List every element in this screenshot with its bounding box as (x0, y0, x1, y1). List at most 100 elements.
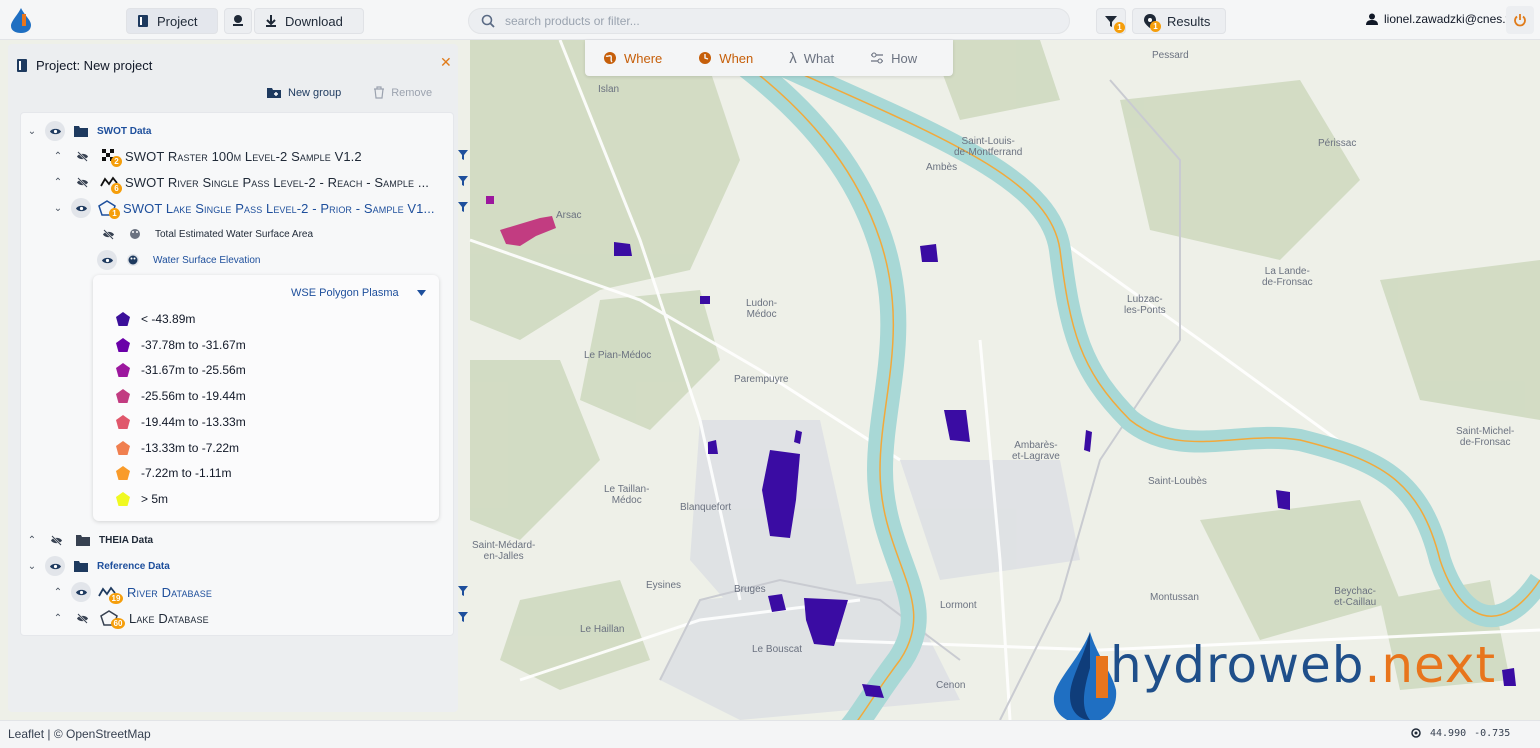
eye-icon[interactable] (45, 121, 65, 141)
tree-group-theia[interactable]: ⌃ THEIA Data (25, 529, 153, 551)
lake-polygon-icon: 1 (95, 200, 120, 219)
chevron-up-icon[interactable]: ⌃ (25, 535, 39, 546)
place-label: Ambarès- et-Lagrave (1012, 440, 1060, 462)
tab-where[interactable]: Where (585, 40, 680, 76)
tree-item-river-database[interactable]: ⌃ 19 River Database (51, 581, 468, 604)
logout-button[interactable] (1506, 6, 1534, 34)
folder-plus-icon (267, 88, 281, 98)
folder-icon (69, 560, 93, 573)
globe-icon (604, 52, 616, 64)
place-label: Saint-Loubès (1148, 476, 1207, 487)
book-icon (17, 59, 27, 72)
pentagon-swatch-icon (116, 466, 130, 481)
eye-icon[interactable] (71, 198, 91, 218)
filter-icon[interactable] (457, 585, 469, 597)
place-label: Saint-Médard- en-Jalles (472, 540, 536, 562)
chevron-down-icon[interactable]: ⌄ (25, 126, 39, 137)
eye-icon[interactable] (45, 556, 65, 576)
river-line-icon: 19 (95, 585, 123, 604)
chevron-down-icon[interactable]: ⌄ (51, 203, 65, 214)
eye-icon[interactable] (97, 250, 117, 270)
count-badge: 2 (111, 156, 122, 167)
new-group-button[interactable]: New group (266, 86, 341, 99)
lambda-icon: λ (789, 49, 797, 67)
tree-item-swot-lake[interactable]: ⌄ 1 SWOT Lake Single Pass Level-2 - Prio… (51, 197, 468, 219)
tree-item-swot-river[interactable]: ⌃ 6 SWOT River Single Pass Level-2 - Rea… (51, 171, 468, 194)
tab-when[interactable]: When (680, 40, 771, 76)
filter-icon[interactable] (457, 175, 469, 187)
download-button-label: Download (285, 13, 343, 29)
tab-how[interactable]: How (852, 40, 935, 76)
place-label: La Lande- de-Fronsac (1262, 266, 1313, 288)
eye-off-icon[interactable] (71, 176, 93, 188)
tab-what[interactable]: λ What (771, 40, 852, 76)
raster-grid-icon: 2 (97, 148, 122, 167)
user-menu[interactable]: lionel.zawadzki@cnes.fr (1366, 12, 1513, 26)
chevron-up-icon[interactable]: ⌃ (51, 151, 65, 162)
product-label: Lake Database (129, 610, 209, 626)
legend-item: -13.33m to -7.22m (115, 440, 239, 456)
legend-item: < -43.89m (115, 311, 195, 327)
tree-variable-area[interactable]: Total Estimated Water Surface Area (97, 223, 313, 245)
legend-item-label: < -43.89m (141, 312, 196, 326)
legend-item-label: > 5m (141, 491, 169, 506)
tree-variable-wse[interactable]: Water Surface Elevation (97, 249, 260, 271)
sliders-icon (871, 52, 884, 64)
legend-item: > 5m (115, 491, 168, 507)
eye-off-icon[interactable] (71, 150, 93, 162)
project-button[interactable]: Project (126, 8, 218, 34)
panel-title-text: Project: New project (36, 58, 153, 73)
download-button[interactable]: Download (254, 8, 364, 34)
color-legend: WSE Polygon Plasma < -43.89m -37.78m to -… (93, 275, 439, 521)
filter-icon[interactable] (457, 201, 469, 213)
legend-item: -7.22m to -1.11m (115, 465, 231, 481)
filter-icon[interactable] (457, 149, 469, 161)
palette-select[interactable]: WSE Polygon Plasma (291, 287, 426, 299)
close-icon[interactable]: ✕ (440, 54, 452, 71)
legend-item-label: -31.67m to -25.56m (141, 363, 246, 378)
results-button[interactable]: 1 Results (1132, 8, 1226, 34)
filter-count-badge: 1 (1114, 22, 1125, 33)
tree-item-lake-database[interactable]: ⌃ 60 Lake Database (51, 607, 468, 629)
clock-icon (699, 52, 712, 64)
tree-item-swot-raster[interactable]: ⌃ 2 SWOT Raster 100m Level-2 Sample V1.2 (51, 145, 468, 167)
palette-icon (123, 228, 147, 240)
place-label: Le Pian-Médoc (584, 350, 652, 361)
tree-group-reference[interactable]: ⌄ Reference Data (25, 555, 170, 577)
pentagon-swatch-icon (116, 389, 130, 404)
remove-button[interactable]: Remove (373, 86, 432, 99)
search-bar[interactable] (468, 8, 1070, 34)
latitude-value: 44.990 (1430, 727, 1467, 739)
panel-actions: New group Remove (266, 86, 432, 99)
filter-button[interactable]: 1 (1096, 8, 1126, 34)
chevron-down-icon[interactable]: ⌄ (25, 561, 39, 572)
product-label: SWOT Lake Single Pass Level-2 - Prior - … (123, 200, 435, 216)
eye-off-icon[interactable] (71, 612, 93, 624)
map-attribution[interactable]: Leaflet | © OpenStreetMap (8, 727, 151, 741)
chevron-up-icon[interactable]: ⌃ (51, 613, 65, 624)
new-group-label: New group (288, 86, 342, 99)
chevron-up-icon[interactable]: ⌃ (51, 177, 65, 188)
place-label: Lubzac- les-Ponts (1124, 294, 1166, 316)
lake-polygon-icon: 60 (97, 610, 125, 629)
chevron-up-icon[interactable]: ⌃ (51, 587, 65, 598)
tree-group-swot[interactable]: ⌄ SWOT Data (25, 120, 151, 142)
map-footer: Leaflet | © OpenStreetMap 44.990 -0.735 (0, 720, 1540, 748)
project-button-label: Project (157, 13, 198, 29)
count-badge: 60 (111, 618, 125, 629)
app-logo-icon[interactable] (8, 6, 34, 34)
results-button-label: Results (1167, 13, 1211, 29)
eye-off-icon[interactable] (45, 534, 67, 546)
filter-icon[interactable] (457, 611, 469, 623)
eye-off-icon[interactable] (97, 228, 119, 240)
search-icon (481, 14, 495, 28)
legend-item: -37.78m to -31.67m (115, 337, 246, 353)
legend-item-label: -37.78m to -31.67m (141, 337, 246, 352)
pentagon-swatch-icon (116, 440, 130, 455)
user-email: lionel.zawadzki@cnes.fr (1384, 12, 1513, 26)
folder-icon (71, 534, 95, 547)
eye-icon[interactable] (71, 582, 91, 602)
top-bar: Project Download 1 1 Results lionel.zawa… (0, 0, 1540, 40)
upload-button[interactable] (224, 8, 252, 34)
search-input[interactable] (505, 14, 1045, 28)
